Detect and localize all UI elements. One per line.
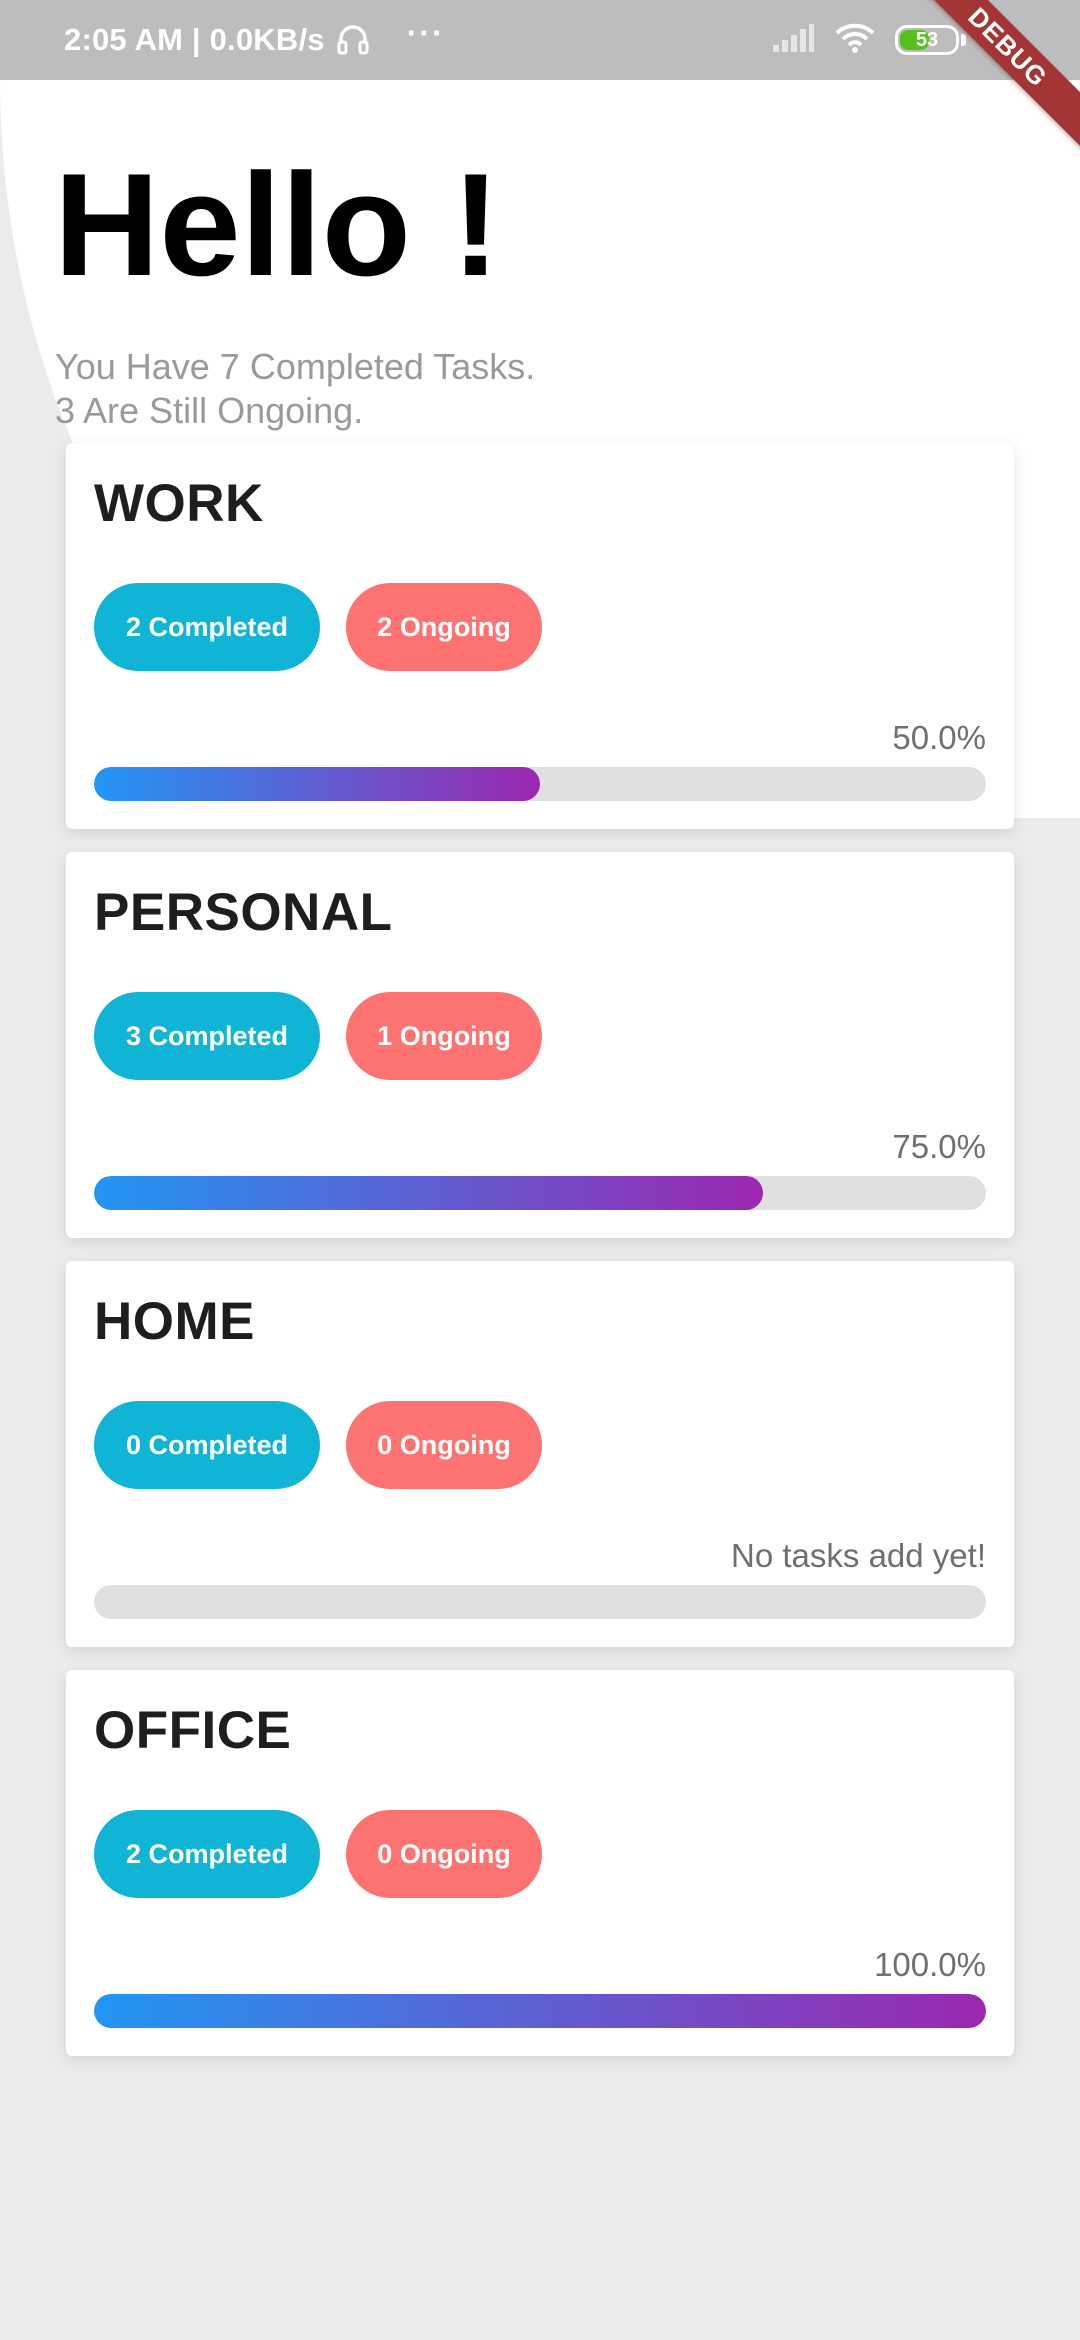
more-dots-icon: ··· [406,14,445,51]
status-bar: 2:05 AM | 0.0KB/s ··· 53 [0,0,1080,80]
progress-fill [94,1994,986,2028]
battery-percent: 53 [915,28,939,51]
progress-label: 50.0% [892,719,986,756]
category-card-work[interactable]: WORK 2 Completed 2 Ongoing 50.0% [66,443,1014,829]
status-left: 2:05 AM | 0.0KB/s ··· [64,0,445,80]
headset-icon [335,22,371,58]
category-title: PERSONAL [94,883,393,942]
ongoing-badge[interactable]: 2 Ongoing [346,583,542,671]
completed-badge[interactable]: 0 Completed [94,1401,320,1489]
progress-fill [94,767,540,801]
ongoing-badge[interactable]: 0 Ongoing [346,1810,542,1898]
ongoing-badge[interactable]: 1 Ongoing [346,992,542,1080]
progress-bar [94,767,986,801]
task-summary: You Have 7 Completed Tasks. 3 Are Still … [55,345,535,433]
summary-completed-line: You Have 7 Completed Tasks. [55,346,536,387]
status-time: 2:05 AM | 0.0KB/s [64,22,325,57]
category-title: WORK [94,474,264,533]
wifi-icon [835,22,875,59]
summary-ongoing-line: 3 Are Still Ongoing. [55,390,364,431]
battery-tip [961,34,966,46]
progress-label: 75.0% [892,1128,986,1165]
completed-badge[interactable]: 2 Completed [94,583,320,671]
progress-bar [94,1176,986,1210]
progress-label: No tasks add yet! [731,1537,986,1574]
category-list: WORK 2 Completed 2 Ongoing 50.0% PERSONA… [66,443,1014,2079]
progress-bar [94,1994,986,2028]
category-title: HOME [94,1292,255,1351]
progress-label: 100.0% [874,1946,986,1983]
signal-icon [771,23,815,58]
ongoing-badge[interactable]: 0 Ongoing [346,1401,542,1489]
completed-badge[interactable]: 3 Completed [94,992,320,1080]
completed-badge[interactable]: 2 Completed [94,1810,320,1898]
progress-bar [94,1585,986,1619]
battery-icon: 53 [895,25,959,55]
category-title: OFFICE [94,1701,292,1760]
progress-fill [94,1176,763,1210]
greeting-title: Hello ! [54,143,501,306]
app-screen: 2:05 AM | 0.0KB/s ··· 53 DEBUG Hello ! Y… [0,0,1080,2340]
category-card-home[interactable]: HOME 0 Completed 0 Ongoing No tasks add … [66,1261,1014,1647]
category-card-personal[interactable]: PERSONAL 3 Completed 1 Ongoing 75.0% [66,852,1014,1238]
category-card-office[interactable]: OFFICE 2 Completed 0 Ongoing 100.0% [66,1670,1014,2056]
